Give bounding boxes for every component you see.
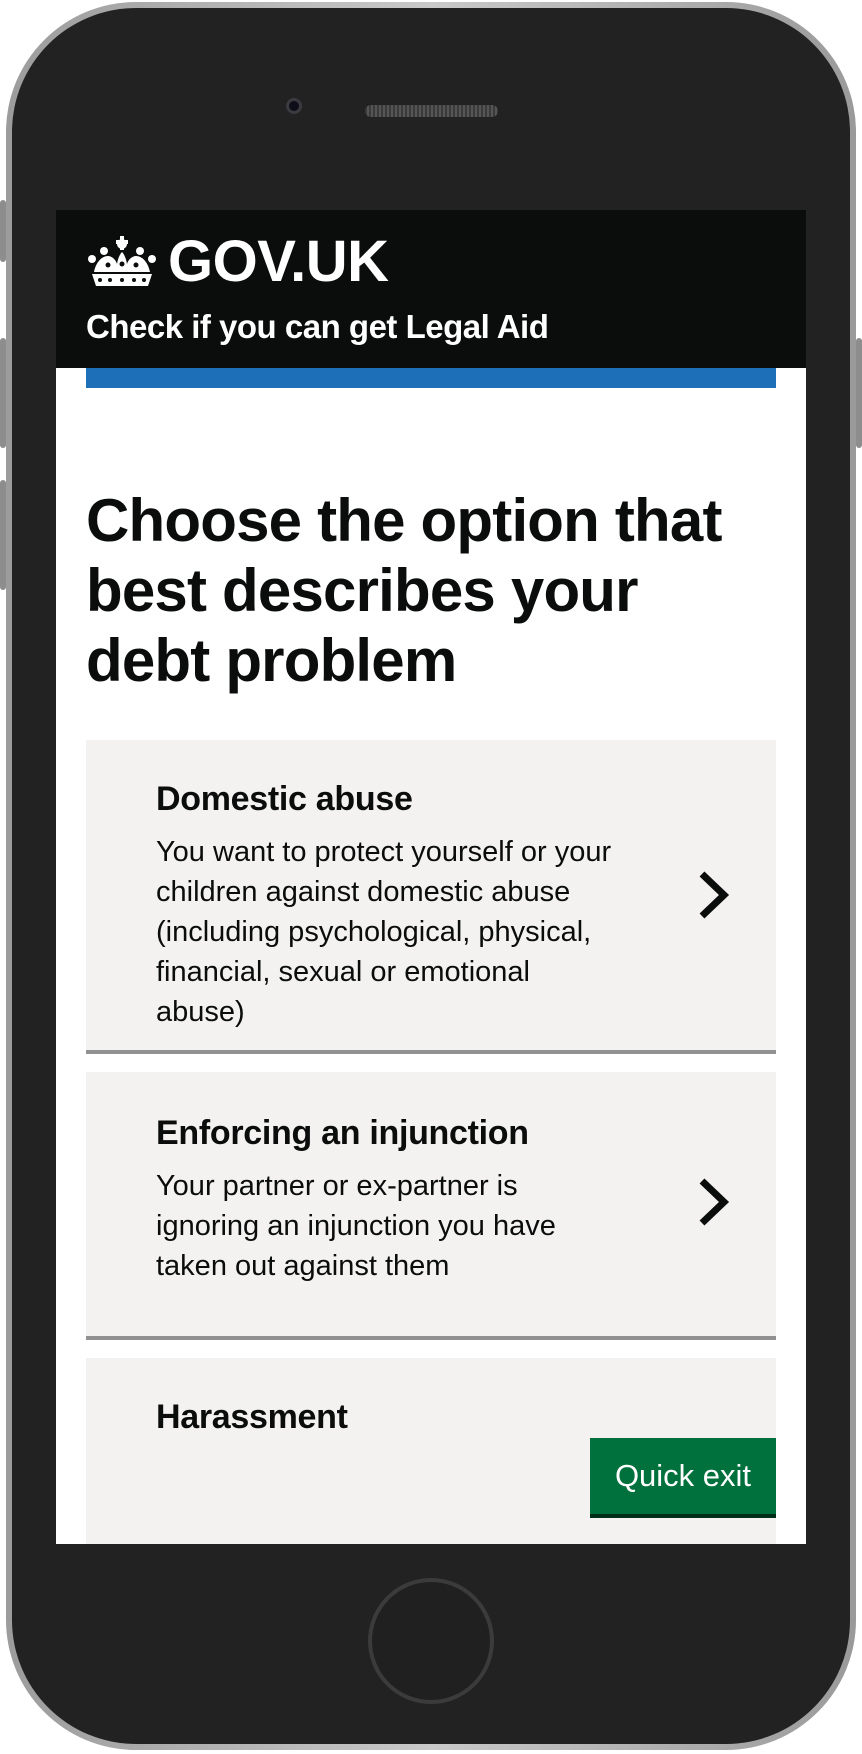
quick-exit-button[interactable]: Quick exit — [590, 1438, 776, 1518]
earpiece-speaker — [365, 105, 498, 117]
home-button[interactable] — [368, 1578, 494, 1704]
screen: GOV.UK Check if you can get Legal Aid Ch… — [56, 210, 806, 1544]
option-title: Harassment — [156, 1398, 348, 1436]
power-button — [856, 338, 862, 448]
page-title: Choose the option that best describes yo… — [86, 487, 722, 694]
chevron-right-icon — [699, 1178, 730, 1226]
option-card-enforcing-injunction[interactable]: Enforcing an injunction Your partner or … — [86, 1072, 776, 1340]
govuk-logo-link[interactable]: GOV.UK — [86, 228, 389, 295]
chevron-right-icon — [699, 871, 730, 919]
crown-icon — [88, 235, 156, 286]
volume-up-button — [0, 338, 6, 448]
govuk-header: GOV.UK Check if you can get Legal Aid — [56, 210, 806, 368]
option-description: You want to protect yourself or your chi… — [156, 836, 612, 1028]
option-title: Enforcing an injunction — [156, 1114, 529, 1152]
option-description: Your partner or ex-partner is ignoring a… — [156, 1170, 556, 1282]
logo-text: GOV.UK — [168, 229, 389, 294]
volume-down-button — [0, 480, 6, 590]
header-accent-bar — [86, 368, 776, 388]
front-camera — [286, 98, 302, 114]
option-title: Domestic abuse — [156, 780, 413, 818]
service-name-link[interactable]: Check if you can get Legal Aid — [86, 308, 549, 346]
option-card-domestic-abuse[interactable]: Domestic abuse You want to protect yours… — [86, 740, 776, 1054]
mute-switch — [0, 200, 6, 262]
